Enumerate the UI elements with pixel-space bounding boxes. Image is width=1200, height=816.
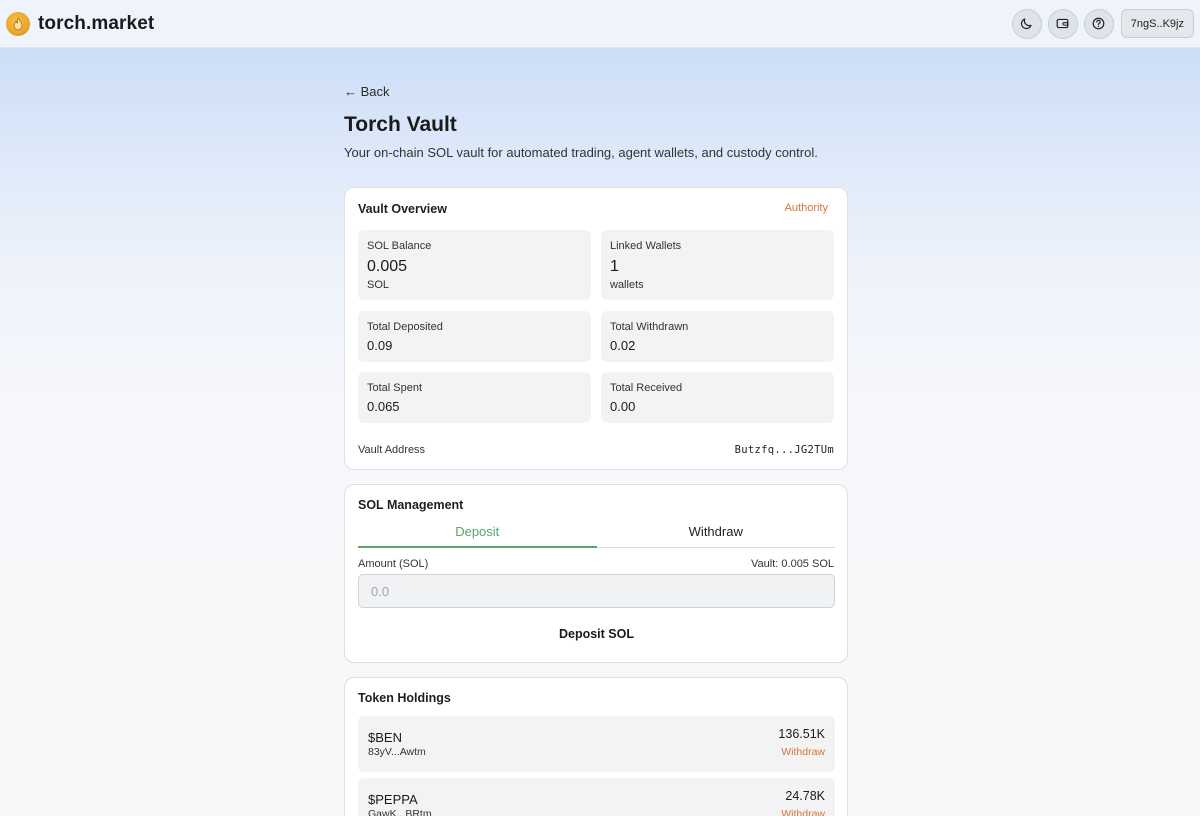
top-navbar: torch.market 7ngS..K9jz — [0, 0, 1200, 48]
tab-withdraw[interactable]: Withdraw — [597, 515, 836, 547]
token-mint: GawK...BRtm — [368, 808, 432, 816]
tab-deposit[interactable]: Deposit — [358, 515, 597, 548]
amount-label: Amount (SOL) — [358, 558, 429, 570]
theme-toggle-button[interactable] — [1011, 8, 1042, 39]
brand-name: torch.market — [38, 12, 155, 34]
deposit-withdraw-tabs: Deposit Withdraw — [358, 515, 835, 548]
wallet-button[interactable] — [1047, 8, 1078, 39]
back-link-label: ← Back — [344, 84, 390, 99]
linked-wallets-value: 1 — [610, 258, 619, 275]
page-subtitle: Your on-chain SOL vault for automated tr… — [344, 145, 818, 160]
moon-icon — [1021, 18, 1032, 30]
help-button[interactable] — [1083, 8, 1114, 39]
total-withdrawn-stat: Total Withdrawn 0.02 — [601, 311, 834, 362]
brand[interactable]: torch.market — [6, 11, 155, 36]
linked-wallets-stat: Linked Wallets 1 wallets — [601, 230, 834, 300]
sol-management-title: SOL Management — [358, 498, 464, 512]
token-symbol: $BEN — [368, 730, 402, 745]
total-received-value: 0.00 — [610, 399, 636, 414]
sol-balance-unit: SOL — [367, 279, 390, 291]
linked-wallets-label: Linked Wallets — [610, 240, 682, 252]
vault-address-row: Vault Address Butzfq...JG2TUm — [358, 444, 834, 456]
total-deposited-stat: Total Deposited 0.09 — [358, 311, 591, 362]
authority-badge: Authority — [784, 202, 828, 214]
sol-balance-label: SOL Balance — [367, 240, 432, 252]
wallet-icon — [1056, 18, 1069, 29]
amount-row: Amount (SOL) Vault: 0.005 SOL — [358, 558, 834, 570]
help-circle-icon — [1092, 17, 1105, 30]
vault-balance-hint: Vault: 0.005 SOL — [751, 558, 834, 570]
connected-wallet-button[interactable]: 7ngS..K9jz — [1120, 9, 1194, 38]
sol-balance-value: 0.005 — [367, 258, 408, 275]
list-item: $BEN 83yV...Awtm 136.51K Withdraw — [358, 716, 835, 772]
sol-balance-stat: SOL Balance 0.005 SOL — [358, 230, 591, 300]
total-withdrawn-label: Total Withdrawn — [610, 321, 689, 333]
torch-flame-icon — [6, 11, 30, 36]
token-symbol: $PEPPA — [368, 792, 418, 807]
withdraw-token-button[interactable]: Withdraw — [781, 808, 825, 816]
linked-wallets-unit: wallets — [610, 279, 644, 291]
token-holdings-title: Token Holdings — [358, 691, 451, 705]
token-holdings-card: Token Holdings $BEN 83yV...Awtm 136.51K … — [344, 677, 848, 816]
total-received-label: Total Received — [610, 382, 683, 394]
total-received-stat: Total Received 0.00 — [601, 372, 834, 423]
token-amount: 24.78K — [785, 789, 825, 803]
deposit-sol-button[interactable]: Deposit SOL — [358, 620, 835, 648]
total-deposited-value: 0.09 — [367, 338, 393, 353]
token-amount: 136.51K — [778, 727, 825, 741]
back-link[interactable]: ← Back — [344, 84, 390, 99]
list-item: $PEPPA GawK...BRtm 24.78K Withdraw — [358, 778, 835, 816]
vault-address-label: Vault Address — [358, 444, 426, 456]
vault-overview-title: Vault Overview — [358, 202, 447, 216]
withdraw-token-button[interactable]: Withdraw — [781, 746, 825, 758]
total-deposited-label: Total Deposited — [367, 321, 443, 333]
total-spent-stat: Total Spent 0.065 — [358, 372, 591, 423]
header-actions: 7ngS..K9jz — [1011, 8, 1194, 39]
total-spent-value: 0.065 — [367, 399, 400, 414]
total-withdrawn-value: 0.02 — [610, 338, 636, 353]
sol-management-card: SOL Management Deposit Withdraw Amount (… — [344, 484, 848, 663]
amount-input[interactable] — [358, 574, 835, 608]
vault-address-value[interactable]: Butzfq...JG2TUm — [735, 444, 834, 456]
page-title: Torch Vault — [344, 113, 457, 136]
token-mint: 83yV...Awtm — [368, 746, 426, 758]
vault-overview-card: Vault Overview Authority SOL Balance 0.0… — [344, 187, 848, 470]
total-spent-label: Total Spent — [367, 382, 423, 394]
